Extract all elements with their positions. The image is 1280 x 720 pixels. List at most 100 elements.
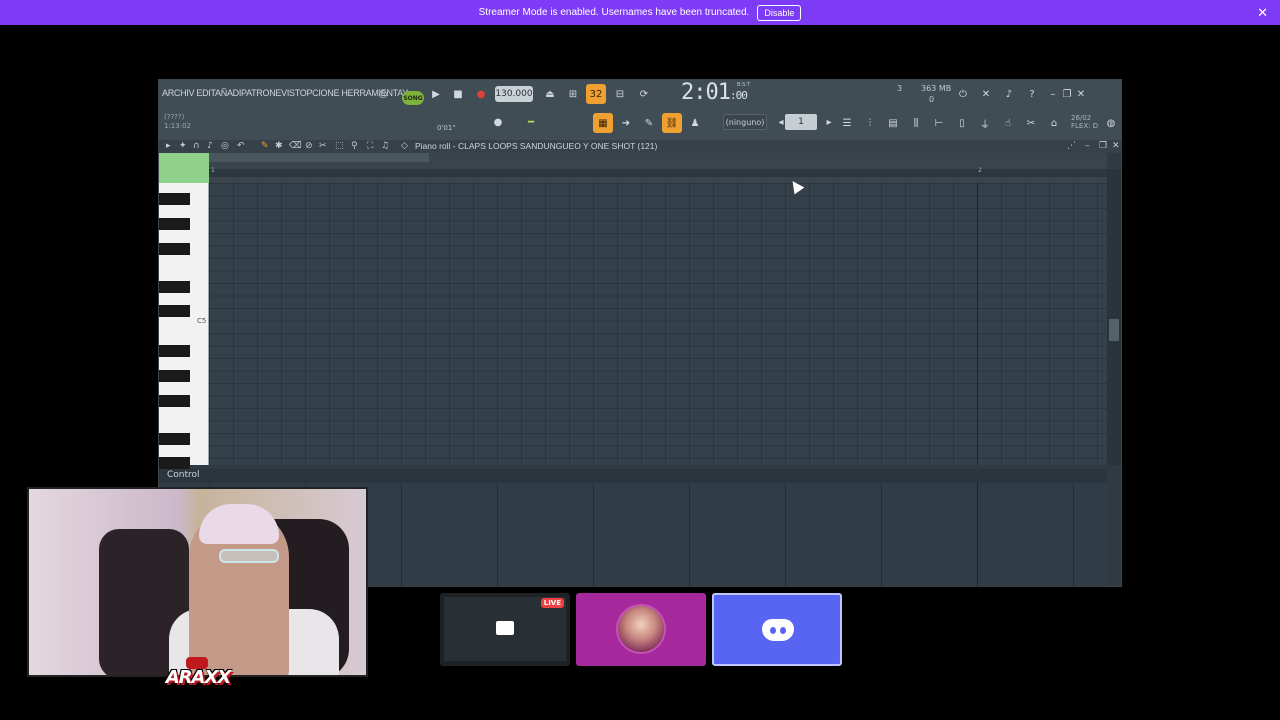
window-close-icon[interactable]: ✕ <box>1071 84 1091 104</box>
flex-date: 26/02 <box>1071 114 1092 122</box>
time-unit: B:S:T <box>737 82 751 88</box>
vertical-scrollbar[interactable] <box>1107 169 1121 465</box>
black-key[interactable] <box>159 193 190 205</box>
play-icon[interactable]: ▶ <box>426 84 446 104</box>
black-key[interactable] <box>159 395 190 407</box>
pr-restore-icon[interactable]: ❐ <box>1099 141 1107 151</box>
mute-icon[interactable]: ⊘ <box>305 141 313 151</box>
step-right-icon[interactable]: ▸ <box>819 112 839 132</box>
black-key[interactable] <box>159 433 190 445</box>
playlist-icon[interactable]: ☰ <box>837 113 857 133</box>
sidebar-icon[interactable]: ◇ <box>401 141 408 151</box>
link-icon[interactable]: ⛓ <box>662 113 682 133</box>
piano-roll-icon[interactable]: ▦ <box>593 113 613 133</box>
plugin-icon[interactable]: ⏚ <box>975 113 995 133</box>
bar-1-label: 1 <box>211 167 215 174</box>
black-key[interactable] <box>159 370 190 382</box>
memory-zero: 0 <box>929 95 935 104</box>
time-main: 2:01 <box>681 80 731 105</box>
disable-button[interactable]: Disable <box>757 4 802 21</box>
magnet-icon[interactable]: ✦ <box>179 141 187 151</box>
hint-bar: (????) 1:13:02 <box>164 113 191 131</box>
speaker-icon[interactable]: ♫ <box>381 141 389 151</box>
zoom-icon[interactable]: ⚲ <box>351 141 358 151</box>
black-key[interactable] <box>159 218 190 230</box>
slice-icon[interactable]: ✂ <box>319 141 327 151</box>
user-tile[interactable] <box>576 593 706 666</box>
project-icon[interactable]: ▯ <box>952 113 972 133</box>
browser-icon[interactable]: ⊢ <box>929 113 949 133</box>
globe-icon[interactable]: ◍ <box>1101 113 1121 133</box>
paint-icon[interactable]: ✱ <box>275 141 283 151</box>
pattern-number[interactable]: 32 <box>586 84 606 104</box>
brush-icon[interactable]: ✎ <box>639 113 659 133</box>
song-mode-toggle[interactable]: SONG <box>402 91 424 105</box>
options-icon[interactable]: ⋰ <box>1067 141 1076 151</box>
bar-2-label: 2 <box>978 167 982 174</box>
avatar <box>616 604 666 654</box>
snap-select[interactable]: (ninguno) <box>723 114 767 130</box>
mixer-icon[interactable]: ⫼ <box>906 113 926 133</box>
tempo-knob-icon[interactable]: ◎ <box>373 84 393 104</box>
touch-icon[interactable]: ☝ <box>998 113 1018 133</box>
master-volume-knob-icon[interactable]: ● <box>488 112 508 132</box>
hint-line-2: 1:13:02 <box>164 122 191 130</box>
scroll-thumb[interactable] <box>1109 319 1119 341</box>
pr-minimize-icon[interactable]: – <box>1085 141 1090 151</box>
main-menu[interactable]: ARCHIV EDITAÑADIPATRONEVISTOPCIONE HERRA… <box>162 88 408 98</box>
control-bar: Control <box>159 469 1107 483</box>
target-icon[interactable]: ◎ <box>221 141 229 151</box>
timeline-ruler[interactable]: 1 2 <box>209 153 1107 183</box>
control-bar-divider <box>977 483 978 587</box>
playback-icon[interactable]: ⛶ <box>367 141 373 151</box>
tempo-display[interactable]: 130.000 <box>495 86 533 102</box>
black-key[interactable] <box>159 457 190 469</box>
snap-icon[interactable]: ∩ <box>193 141 200 151</box>
menu-arrow-icon[interactable]: ▸ <box>166 141 171 151</box>
step-value[interactable]: 1 <box>785 114 817 130</box>
monitor-icon <box>496 621 514 635</box>
screen-share-tile[interactable]: LIVE <box>440 593 570 666</box>
undo-icon[interactable]: ↶ <box>237 141 245 151</box>
channel-rack-icon[interactable]: ⫶ <box>860 113 880 133</box>
bar-strip: 1 2 <box>209 167 1107 177</box>
power-icon[interactable]: ⏻ <box>953 84 973 104</box>
horizontal-scrollbar[interactable] <box>209 153 429 162</box>
shop-icon[interactable]: ⌂ <box>1044 113 1064 133</box>
blend-notes-icon[interactable]: ⊟ <box>610 84 630 104</box>
select-icon[interactable]: ⬚ <box>335 141 344 151</box>
pencil-icon[interactable]: ✎ <box>261 141 269 151</box>
black-key[interactable] <box>159 305 190 317</box>
script-icon[interactable]: ✂ <box>1021 113 1041 133</box>
arrow-icon[interactable]: ➜ <box>616 113 636 133</box>
delete-icon[interactable]: ⌫ <box>289 141 302 151</box>
mic-icon[interactable]: ♪ <box>999 84 1019 104</box>
note-grid[interactable] <box>209 183 1107 465</box>
control-label[interactable]: Control <box>167 470 200 480</box>
devil-icon <box>186 657 208 669</box>
discord-tile[interactable] <box>712 593 842 666</box>
black-key[interactable] <box>159 281 190 293</box>
hint-line-1: (????) <box>164 113 185 121</box>
streamer-mode-banner: Streamer Mode is enabled. Usernames have… <box>0 0 1280 25</box>
flex-info: 26/02 FLEX: D <box>1071 114 1098 130</box>
black-key[interactable] <box>159 345 190 357</box>
piano-roll-window-icon[interactable]: ▤ <box>883 113 903 133</box>
stamp-icon[interactable]: ♟ <box>685 113 705 133</box>
piano-keyboard[interactable]: C5 <box>159 183 209 469</box>
loop-record-icon[interactable]: ⟳ <box>634 84 654 104</box>
black-key[interactable] <box>159 243 190 255</box>
record-icon[interactable]: ● <box>471 84 491 104</box>
close-icon[interactable]: ✕ <box>1257 5 1268 21</box>
pr-close-icon[interactable]: ✕ <box>1112 141 1120 151</box>
master-pitch-slider-icon[interactable]: ━ <box>521 112 541 132</box>
tools-icon[interactable]: ✕ <box>976 84 996 104</box>
piano-roll-title: Piano roll - CLAPS LOOPS SANDUNGUEO Y ON… <box>415 141 658 151</box>
note-icon[interactable]: ♪ <box>207 141 213 151</box>
metronome-icon[interactable]: ⏏ <box>540 84 560 104</box>
help-icon[interactable]: ? <box>1022 84 1042 104</box>
wait-input-icon[interactable]: ⊞ <box>563 84 583 104</box>
banner-message: Streamer Mode is enabled. Usernames have… <box>478 7 750 18</box>
bar-divider <box>977 183 978 465</box>
stop-icon[interactable]: ■ <box>448 84 468 104</box>
